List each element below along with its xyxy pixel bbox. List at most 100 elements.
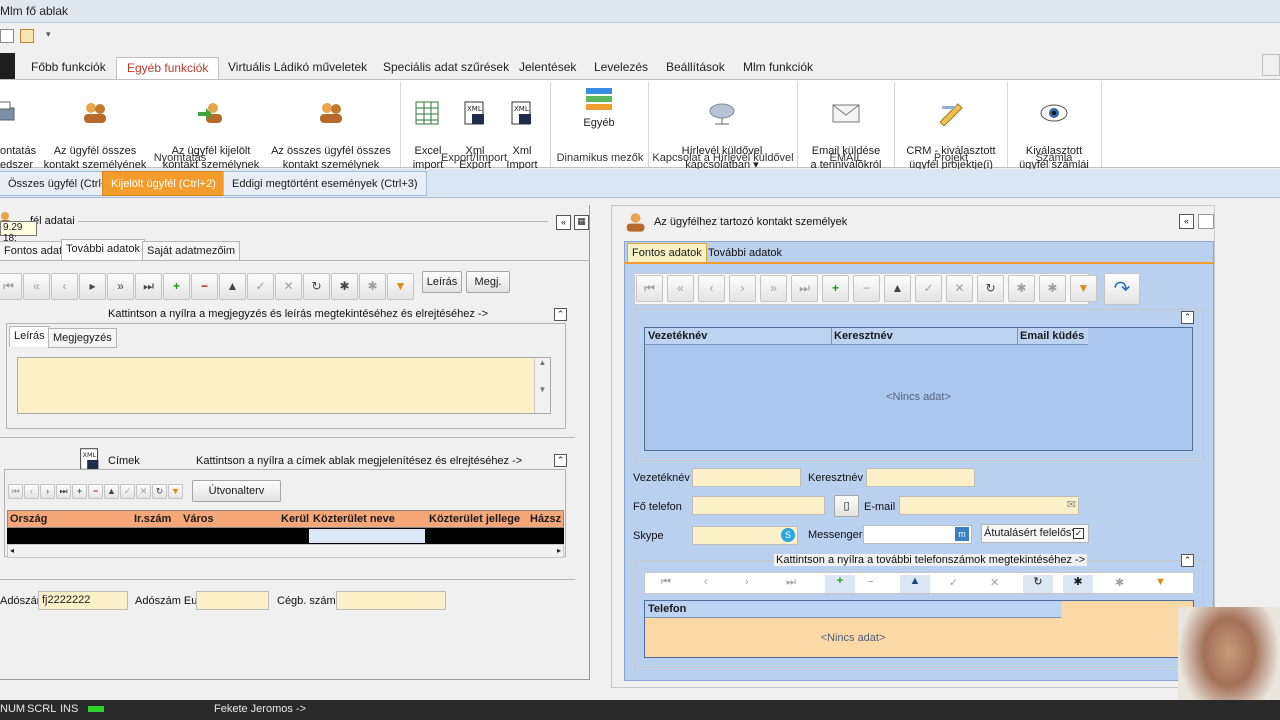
contact-last-button[interactable]: ⏭ [791, 275, 818, 302]
phone-asterisk-button[interactable]: ✱ [1063, 575, 1093, 593]
tab-contact-fontos-adatok[interactable]: Fontos adatok [627, 243, 707, 263]
next-page-button[interactable]: » [107, 273, 134, 300]
phones-collapse-button[interactable]: ⌃ [1181, 554, 1194, 567]
col-irszam[interactable]: Ir.szám [134, 513, 171, 525]
tab-fobb-funkciok[interactable]: Főbb funkciók [21, 57, 116, 79]
phone-last-button[interactable]: ⏭ [786, 576, 796, 589]
tab-egyeb-funkciok[interactable]: Egyéb funkciók [116, 57, 220, 79]
contact-refresh-button[interactable]: ↻ [977, 275, 1004, 302]
tab-beallitasok[interactable]: Beállítások [656, 57, 735, 79]
phone-post-button[interactable]: ✓ [949, 576, 958, 589]
messenger-field[interactable]: m [863, 525, 972, 544]
messenger-icon[interactable]: m [955, 527, 969, 541]
first-record-button[interactable]: ⏮ [0, 273, 22, 300]
print-all-clients-contacts-button[interactable]: Az összes ügyfél összes kontakt személyn… [270, 86, 392, 172]
contact-filter-button[interactable]: ▼ [1070, 275, 1097, 302]
tab-virtualis-ladiko[interactable]: Virtuális Ládikó műveletek [218, 57, 377, 79]
horizontal-scrollbar[interactable]: ◂ ▸ [7, 544, 564, 558]
cimek-collapse-button[interactable]: ⌃ [554, 454, 567, 467]
addr-add-button[interactable]: + [72, 484, 87, 499]
addr-delete-button[interactable]: − [88, 484, 103, 499]
col-kozterulet-jellege[interactable]: Közterület jellege [429, 513, 520, 525]
col-hazszam[interactable]: Házsz [530, 513, 561, 525]
col-kozterulet-neve[interactable]: Közterület neve [313, 513, 395, 525]
addr-prev-button[interactable]: ‹ [24, 484, 39, 499]
vezeteknev-field[interactable] [692, 468, 801, 487]
collapse-right-button[interactable]: « [1179, 214, 1194, 229]
phone-filter-button[interactable]: ▼ [1155, 576, 1166, 588]
contact-post-button[interactable]: ✓ [915, 275, 942, 302]
contact-prev-page-button[interactable]: « [667, 275, 694, 302]
contact-grid[interactable]: Vezetéknév Keresztnév Email küdés <Nincs… [644, 327, 1193, 451]
tab-levelezes[interactable]: Levelezés [584, 57, 658, 79]
contact-grid-collapse-button[interactable]: ⌃ [1181, 311, 1194, 324]
addr-cancel-button[interactable]: ✕ [136, 484, 151, 499]
tab-mlm-funkciok[interactable]: Mlm funkciók [733, 57, 823, 79]
tab-selected-client[interactable]: Kijelölt ügyfél (Ctrl+2) [102, 171, 225, 196]
edit-icon[interactable] [20, 29, 34, 43]
cegb-szam-field[interactable] [336, 591, 446, 610]
table-icon[interactable] [0, 29, 14, 43]
skype-field[interactable]: S [692, 526, 798, 545]
notes-collapse-button[interactable]: ⌃ [554, 308, 567, 321]
addr-next-button[interactable]: › [40, 484, 55, 499]
phone-first-button[interactable]: ⏮ [661, 576, 671, 589]
tab-specialis-szuresek[interactable]: Speciális adat szűrések [373, 57, 519, 79]
megj-button[interactable]: Megj. [466, 271, 510, 293]
tab-megjegyzes[interactable]: Megjegyzés [48, 328, 117, 348]
prev-record-button[interactable]: ‹ [51, 273, 78, 300]
contact-prev-button[interactable]: ‹ [698, 275, 725, 302]
asterisk-filter-button[interactable]: ✱ [359, 273, 386, 300]
email-field[interactable]: ✉ [899, 496, 1079, 515]
contact-cancel-button[interactable]: ✕ [946, 275, 973, 302]
tab-tovabbi-adatok[interactable]: További adatok [61, 239, 145, 261]
egyeb-button[interactable]: Egyéb [575, 86, 623, 130]
phone-delete-button[interactable]: − [867, 576, 873, 588]
tab-past-events[interactable]: Eddigi megtörtént események (Ctrl+3) [223, 171, 427, 196]
atutalas-checkbox[interactable]: ✓ [1073, 528, 1084, 539]
addr-refresh-button[interactable]: ↻ [152, 484, 167, 499]
scrollbar[interactable]: ▲ ▼ [534, 358, 550, 413]
add-record-button[interactable]: + [163, 273, 190, 300]
post-record-button[interactable]: ✓ [247, 273, 274, 300]
description-textarea[interactable]: ▲ ▼ [17, 357, 551, 414]
qat-dropdown-icon[interactable]: ▾ [46, 29, 51, 40]
phone-grid[interactable]: Telefon <Nincs adat> [644, 600, 1194, 658]
refresh-button[interactable]: ↻ [303, 273, 330, 300]
phone-icon[interactable]: ▯ [834, 495, 859, 517]
addr-first-button[interactable]: ⏮ [8, 484, 23, 499]
phone-cancel-button[interactable]: ✕ [990, 576, 999, 589]
addr-last-button[interactable]: ⏭ [56, 484, 71, 499]
col-vezeteknev[interactable]: Vezetéknév [648, 330, 707, 342]
filter-button[interactable]: ▼ [387, 273, 414, 300]
skype-icon[interactable]: S [781, 528, 795, 542]
phone-prev-button[interactable]: ‹ [704, 576, 708, 588]
phone-edit-button[interactable]: ▲ [900, 575, 930, 593]
asterisk-button[interactable]: ✱ [331, 273, 358, 300]
envelope-icon[interactable]: ✉ [1067, 498, 1076, 511]
print-system-button[interactable]: ontatás edszer [0, 86, 36, 172]
route-plan-button[interactable]: Útvonalterv [192, 480, 281, 502]
collapse-left-button[interactable]: « [556, 215, 571, 230]
addr-filter-button[interactable]: ▼ [168, 484, 183, 499]
col-kerulet[interactable]: Kerül [281, 513, 309, 525]
cancel-record-button[interactable]: ✕ [275, 273, 302, 300]
contact-edit-button[interactable]: ▲ [884, 275, 911, 302]
phone-next-button[interactable]: › [745, 576, 749, 588]
contact-delete-button[interactable]: − [853, 275, 880, 302]
keresztnev-field[interactable] [866, 468, 975, 487]
contact-asterisk-button[interactable]: ✱ [1008, 275, 1035, 302]
col-varos[interactable]: Város [183, 513, 214, 525]
contact-add-button[interactable]: + [822, 275, 849, 302]
edit-record-button[interactable]: ▲ [219, 273, 246, 300]
adoszam-eu-field[interactable] [196, 591, 269, 610]
contact-asterisk-filter-button[interactable]: ✱ [1039, 275, 1066, 302]
fo-telefon-field[interactable] [692, 496, 825, 515]
tab-leiras[interactable]: Leírás [9, 326, 50, 347]
phone-add-button[interactable]: + [825, 575, 855, 593]
next-record-button[interactable]: ▸ [79, 273, 106, 300]
addr-edit-button[interactable]: ▲ [104, 484, 119, 499]
contact-next-page-button[interactable]: » [760, 275, 787, 302]
selected-cell[interactable] [309, 529, 425, 543]
col-orszag[interactable]: Ország [10, 513, 47, 525]
